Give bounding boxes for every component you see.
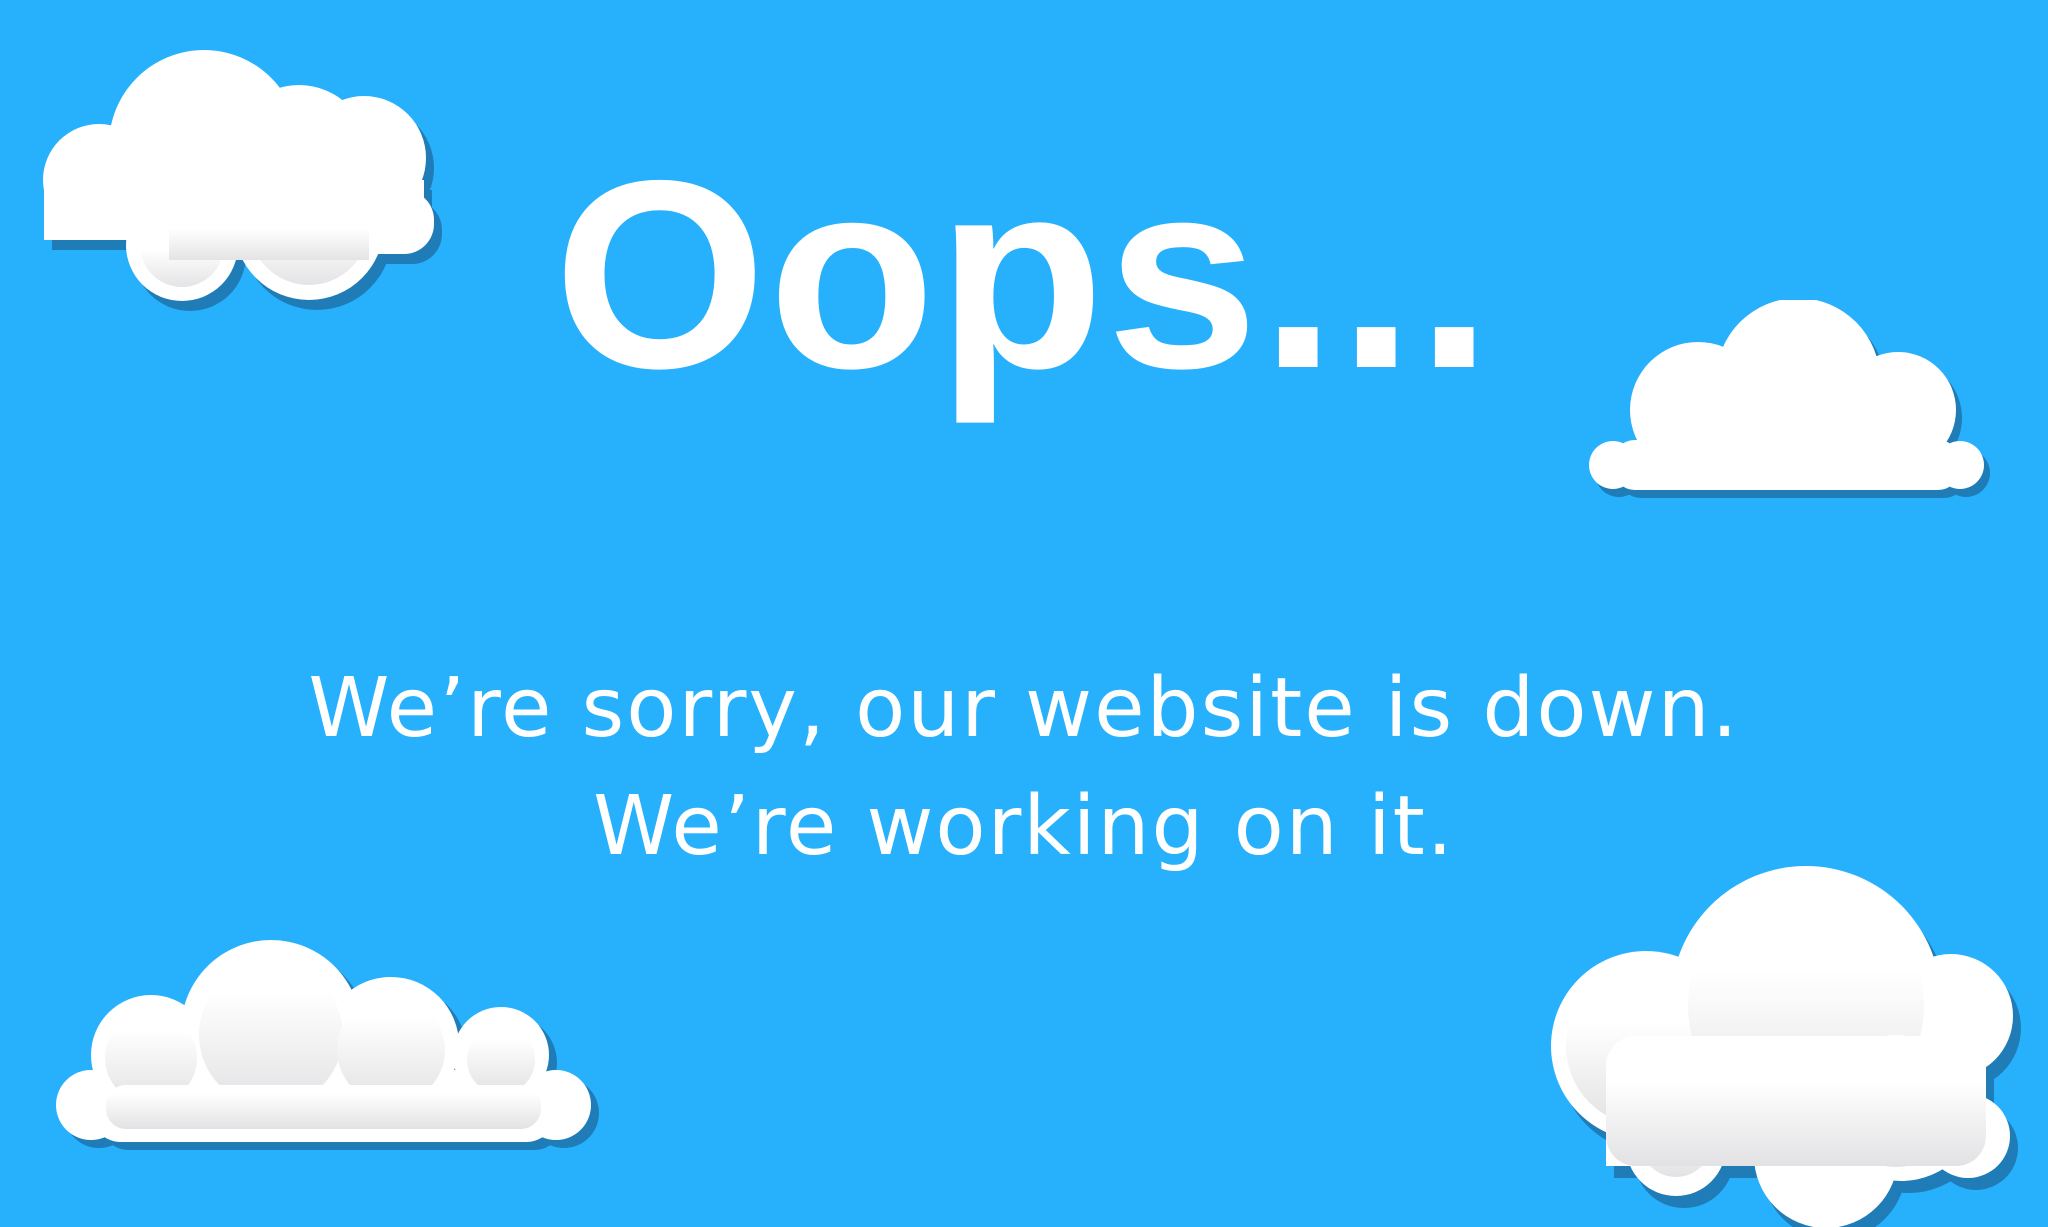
error-message-line-1: We’re sorry, our website is down. [308, 661, 1740, 756]
page-title: Oops... [553, 124, 1495, 424]
cloud-bottom-right-icon [1551, 866, 2021, 1227]
error-page: Oops... We’re sorry, our website is down… [0, 0, 2048, 1227]
cloud-bottom-left-icon [56, 940, 599, 1150]
error-message: We’re sorry, our website is down. We’re … [0, 650, 2048, 886]
error-message-line-2: We’re working on it. [593, 779, 1455, 874]
